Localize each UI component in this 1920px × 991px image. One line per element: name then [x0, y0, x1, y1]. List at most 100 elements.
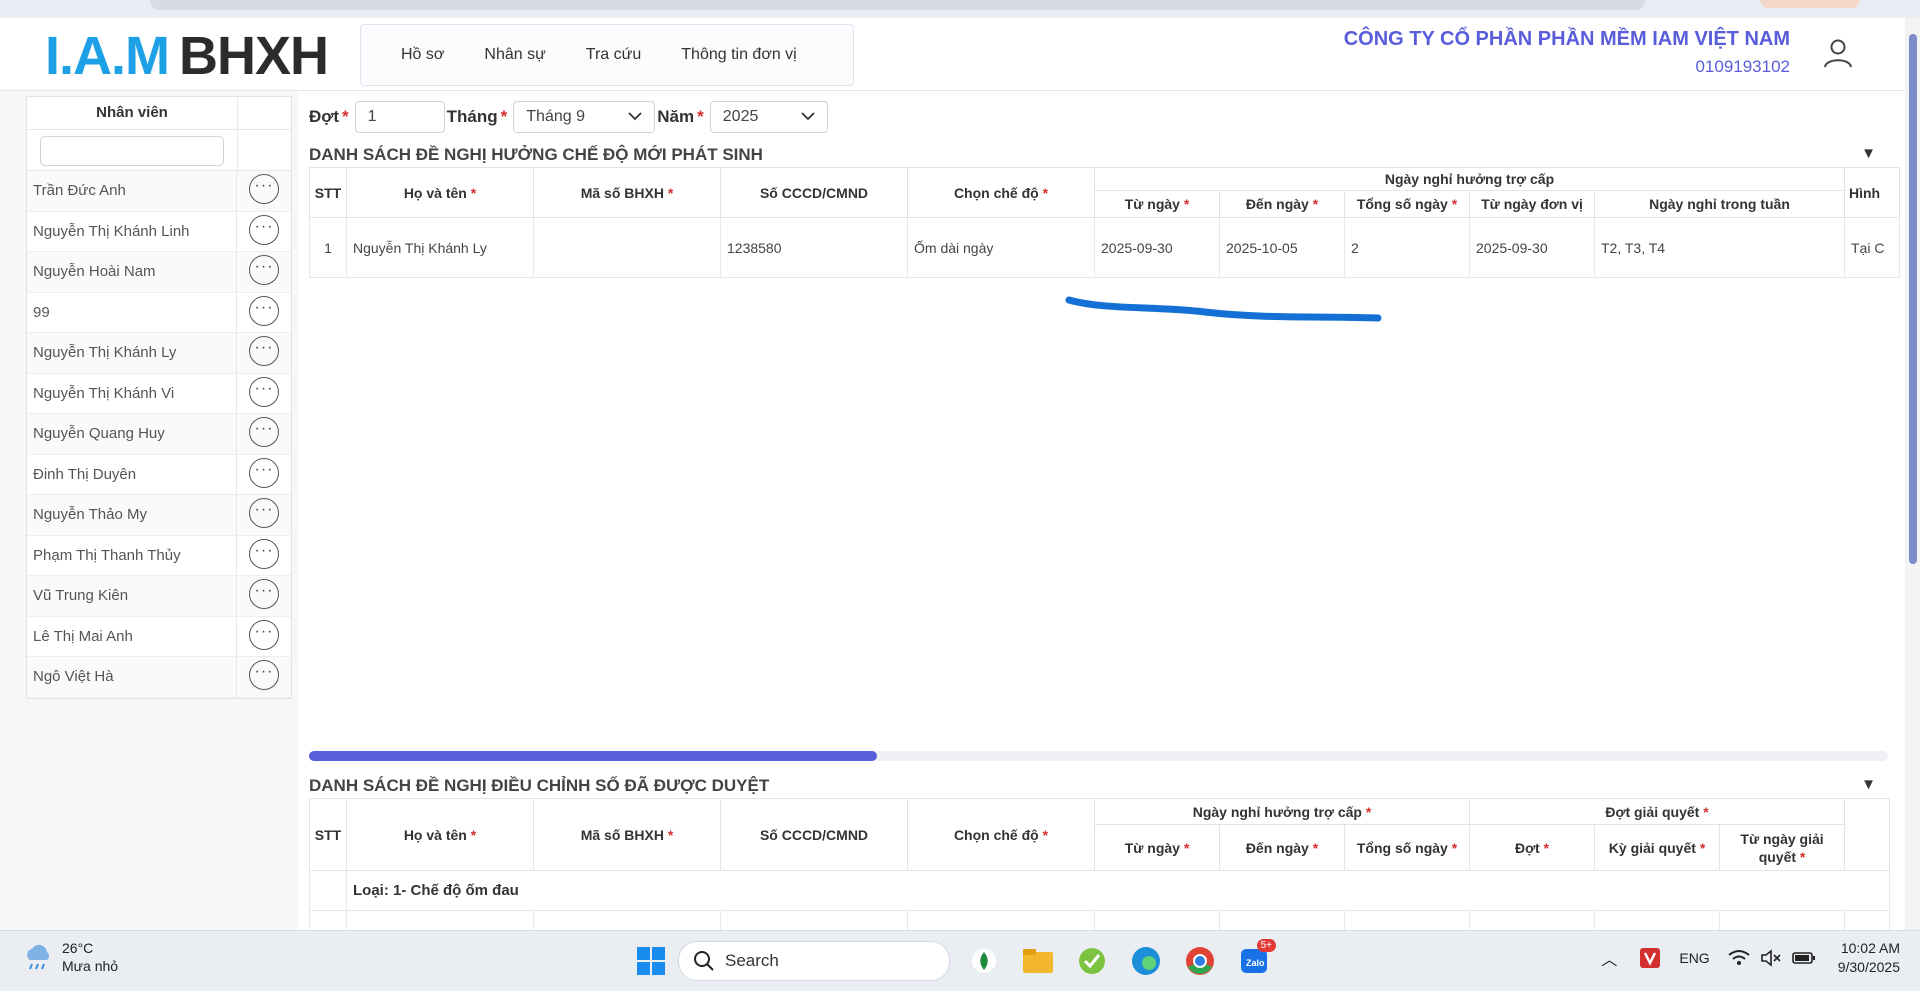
nav-ho-so[interactable]: Hồ sơ: [401, 46, 444, 64]
employee-name[interactable]: Phạm Thị Thanh Thủy: [27, 535, 237, 575]
more-options-button[interactable]: ···: [249, 295, 279, 326]
nav-tra-cuu[interactable]: Tra cứu: [586, 46, 641, 64]
more-options-button[interactable]: ···: [249, 619, 279, 650]
employee-name[interactable]: Nguyễn Thị Khánh Linh: [27, 211, 237, 251]
col-stt: STT: [309, 798, 347, 871]
cell-tu-ngay-dv[interactable]: 2025-09-30: [1469, 217, 1595, 278]
table-row[interactable]: 1 Nguyễn Thị Khánh Ly 1238580 Ốm dài ngà…: [309, 217, 1900, 278]
chevron-up-icon[interactable]: ︿: [1601, 946, 1617, 970]
more-options-button[interactable]: ···: [249, 336, 279, 366]
more-options-button[interactable]: ···: [249, 498, 279, 528]
employee-filter-input[interactable]: [40, 136, 224, 166]
employee-name[interactable]: Ngô Việt Hà: [27, 657, 237, 697]
employee-rows: Trần Đức Anh ··· Nguyễn Thị Khánh Linh ··· N…: [27, 171, 291, 698]
volume-muted-icon[interactable]: [1760, 949, 1782, 967]
employee-row[interactable]: Đinh Thị Duyên ···: [27, 454, 291, 495]
logo[interactable]: I.A.M BHXH: [45, 28, 329, 84]
cell-tu-ngay[interactable]: 2025-09-30: [1094, 217, 1220, 278]
employee-name[interactable]: Lê Thị Mai Anh: [27, 616, 237, 656]
thang-select[interactable]: Tháng 9: [513, 101, 656, 133]
more-options-button[interactable]: ···: [249, 579, 279, 609]
dot-input[interactable]: 1: [354, 101, 445, 133]
employee-row[interactable]: Ngô Việt Hà ···: [27, 657, 291, 698]
employee-name[interactable]: Vũ Trung Kiên: [27, 576, 237, 616]
employee-name[interactable]: Nguyễn Thị Khánh Ly: [27, 333, 237, 373]
col-tu-ngay-don-vi: Từ ngày đơn vị: [1469, 190, 1595, 218]
file-explorer-icon[interactable]: [1018, 941, 1058, 981]
nav-nhan-su[interactable]: Nhân sự: [484, 46, 545, 64]
wifi-icon[interactable]: [1728, 949, 1750, 967]
user-icon[interactable]: [1821, 36, 1855, 70]
nam-select[interactable]: 2025: [709, 101, 828, 133]
cell-trong-tuan[interactable]: T2, T3, T4: [1594, 217, 1845, 278]
col-group-ngay-nghi: Ngày nghỉ hưởng trợ cấp: [1094, 167, 1845, 191]
cell-cccd[interactable]: 1238580: [720, 217, 908, 278]
employee-name[interactable]: Nguyễn Thảo My: [27, 495, 237, 535]
more-options-button[interactable]: ···: [249, 417, 279, 447]
language-indicator[interactable]: ENG: [1679, 950, 1709, 966]
address-bar[interactable]: [150, 0, 1645, 10]
cell-hinh[interactable]: Tại C: [1844, 217, 1900, 278]
col-group-dot-giai-quyet: Đợt giải quyết *: [1469, 798, 1846, 825]
employee-row[interactable]: Nguyễn Thảo My ···: [27, 495, 291, 536]
employee-row[interactable]: Nguyễn Quang Huy ···: [27, 414, 291, 455]
employee-name[interactable]: Đinh Thị Duyên: [27, 454, 237, 494]
group-row[interactable]: Loại: 1- Chế độ ốm đau: [309, 870, 1891, 911]
employee-name[interactable]: 99: [27, 292, 237, 332]
col-ho-ten: Họ và tên *: [346, 167, 534, 218]
new-claims-table: STT Họ và tên * Mã số BHXH * Số CCCD/CMN…: [309, 167, 1900, 278]
system-clock[interactable]: 10:02 AM 9/30/2025: [1838, 939, 1900, 977]
section-approved-collapse-icon[interactable]: ▼: [1861, 776, 1876, 793]
col-cccd: Số CCCD/CMND: [720, 798, 908, 871]
more-options-button[interactable]: ···: [249, 214, 279, 245]
more-options-button[interactable]: ···: [249, 174, 279, 204]
edge-browser-icon[interactable]: [1126, 941, 1166, 981]
browser-action-button[interactable]: [1760, 0, 1860, 8]
cell-ho-ten[interactable]: Nguyễn Thị Khánh Ly: [346, 217, 534, 278]
employee-name[interactable]: Trần Đức Anh: [27, 171, 237, 211]
cell-tong-so[interactable]: 2: [1344, 217, 1470, 278]
employee-row[interactable]: Nguyễn Hoài Nam ···: [27, 252, 291, 293]
col-tu-ngay: Từ ngày *: [1094, 824, 1220, 871]
employee-name[interactable]: Nguyễn Thị Khánh Vi: [27, 373, 237, 413]
weather-widget[interactable]: 26°C Mưa nhỏ: [22, 939, 118, 975]
page-scrollbar-thumb[interactable]: [1909, 34, 1917, 564]
green-app-icon[interactable]: [1072, 941, 1112, 981]
cell-ma-so[interactable]: [533, 217, 721, 278]
table-horizontal-scrollbar[interactable]: [309, 751, 1888, 761]
page-scrollbar[interactable]: [1905, 18, 1920, 930]
employee-row[interactable]: Nguyễn Thị Khánh Ly ···: [27, 333, 291, 374]
employee-name[interactable]: Nguyễn Hoài Nam: [27, 252, 237, 292]
nav-thong-tin-don-vi[interactable]: Thông tin đơn vị: [681, 46, 796, 64]
horizontal-scrollbar-thumb[interactable]: [309, 751, 878, 761]
section-new-collapse-icon[interactable]: ▼: [1861, 145, 1876, 162]
group-row-label: Loại: 1- Chế độ ốm đau: [345, 870, 1891, 911]
antivirus-icon[interactable]: [1639, 947, 1661, 969]
company-tax-code: 0109193102: [1695, 57, 1790, 76]
employee-row[interactable]: Trần Đức Anh ···: [27, 171, 291, 212]
chrome-browser-icon[interactable]: [1180, 941, 1220, 981]
cell-che-do[interactable]: Ốm dài ngày: [907, 217, 1095, 278]
zalo-app-icon[interactable]: Zalo 5+: [1234, 939, 1276, 981]
more-options-button[interactable]: ···: [249, 660, 279, 690]
windows-start-icon[interactable]: [636, 946, 666, 976]
more-options-button[interactable]: ···: [249, 255, 279, 285]
employee-row[interactable]: 99 ···: [27, 292, 291, 333]
leaf-app-icon[interactable]: [964, 941, 1004, 981]
more-options-button[interactable]: ···: [249, 457, 279, 488]
col-hinh: Hình: [1844, 167, 1900, 218]
employee-row[interactable]: Lê Thị Mai Anh ···: [27, 616, 291, 657]
cell-den-ngay[interactable]: 2025-10-05: [1219, 217, 1345, 278]
employee-name[interactable]: Nguyễn Quang Huy: [27, 414, 237, 454]
battery-icon[interactable]: [1791, 950, 1816, 966]
required-mark: *: [500, 107, 508, 126]
more-options-button[interactable]: ···: [249, 538, 279, 569]
more-options-button[interactable]: ···: [249, 376, 279, 407]
employee-row[interactable]: Phạm Thị Thanh Thủy ···: [27, 535, 291, 576]
taskbar: 26°C Mưa nhỏ Search Zalo 5+ ︿ ENG 10:02 A…: [0, 930, 1920, 991]
employee-row[interactable]: Vũ Trung Kiên ···: [27, 576, 291, 617]
employee-row[interactable]: Nguyễn Thị Khánh Linh ···: [27, 211, 291, 252]
taskbar-search[interactable]: Search: [678, 941, 950, 981]
col-che-do: Chọn chế độ *: [907, 798, 1095, 871]
employee-row[interactable]: Nguyễn Thị Khánh Vi ···: [27, 373, 291, 414]
